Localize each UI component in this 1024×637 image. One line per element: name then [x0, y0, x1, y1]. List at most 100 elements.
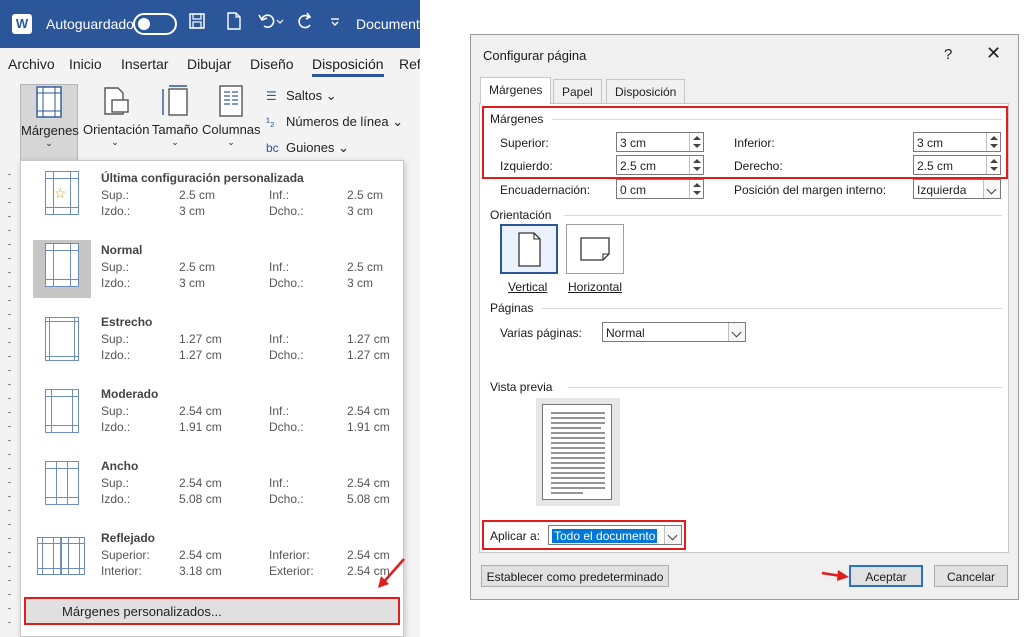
divider — [568, 387, 1002, 388]
document-name: Documento — [356, 16, 420, 32]
star-icon: ☆ — [54, 185, 67, 201]
tab-inicio[interactable]: Inicio — [69, 56, 102, 72]
columns-button[interactable]: Columnas ⌄ — [202, 84, 261, 148]
set-default-label: Establecer como predeterminado — [486, 570, 664, 584]
ruler-tick — [8, 230, 11, 231]
preset-mirrored[interactable]: Reflejado Superior: 2.54 cm Inferior: 2.… — [21, 525, 403, 595]
apply-to-value: Todo el documento — [552, 529, 658, 543]
ruler-tick — [8, 496, 11, 497]
portrait-option[interactable] — [500, 224, 558, 274]
chevron-down-icon: ⌄ — [111, 137, 119, 147]
help-icon[interactable]: ? — [944, 46, 952, 63]
tab-margenes[interactable]: Márgenes — [480, 77, 552, 104]
portrait-label: Vertical — [508, 280, 548, 294]
orientation-icon — [104, 87, 129, 115]
ruler-tick — [8, 580, 11, 581]
preset-last-custom[interactable]: ☆ Última configuración personalizada Sup… — [21, 165, 403, 235]
size-icon — [162, 85, 188, 116]
preset-title: Normal — [101, 243, 143, 257]
preset-label: Dcho.: — [269, 276, 304, 290]
vertical-ruler — [0, 168, 20, 637]
tab-archivo[interactable]: Archivo — [8, 56, 55, 72]
close-icon[interactable]: ✕ — [986, 43, 1001, 64]
tab-disposicion[interactable]: Disposición — [606, 79, 686, 103]
autosave-label: Autoguardado — [46, 16, 134, 32]
size-button[interactable]: Tamaño ⌄ — [151, 84, 199, 148]
preset-title: Moderado — [101, 387, 159, 401]
word-logo-icon: W — [12, 14, 32, 34]
preset-value: 2.54 cm — [179, 548, 222, 562]
preset-value: 3 cm — [179, 276, 206, 290]
hyphenation-button[interactable]: bc Guiones ⌄ — [266, 140, 349, 156]
toggle-knob — [138, 18, 150, 30]
landscape-option[interactable] — [566, 224, 624, 274]
preset-normal[interactable]: Normal Sup.: 2.5 cm Inf.: 2.5 cm Izdo.: … — [21, 237, 403, 307]
preset-title: Última configuración personalizada — [101, 171, 304, 185]
preset-value: 2.5 cm — [347, 188, 384, 202]
title-bar: W Autoguardado Documento — [0, 0, 420, 48]
breaks-button[interactable]: ☰ Saltos ⌄ — [266, 88, 337, 104]
ruler-tick — [8, 244, 11, 245]
portrait-page-icon — [518, 232, 541, 267]
gutter-input[interactable]: 0 cm — [616, 179, 704, 199]
chevron-down-icon[interactable] — [728, 323, 745, 341]
chevron-down-icon: ⌄ — [45, 138, 53, 148]
line-numbers-button[interactable]: ¹₂ Números de línea ⌄ — [266, 114, 403, 130]
multiple-pages-select[interactable]: Normal — [602, 322, 746, 342]
tab-referencias[interactable]: Ref — [399, 56, 420, 72]
preset-label: Izdo.: — [101, 492, 131, 506]
preset-moderate[interactable]: Moderado Sup.: 2.54 cm Inf.: 2.54 cm Izd… — [21, 381, 403, 451]
tab-disposicion[interactable]: Disposición — [312, 56, 384, 77]
preset-label: Sup.: — [101, 476, 130, 490]
autosave-toggle[interactable] — [133, 13, 177, 35]
multiple-pages-value: Normal — [606, 326, 645, 340]
ruler-tick — [8, 426, 11, 427]
page-thumbnail — [45, 389, 79, 433]
page-preview — [536, 398, 620, 506]
customize-toolbar-icon[interactable] — [330, 16, 340, 30]
tab-diseno[interactable]: Diseño — [250, 56, 294, 72]
tab-dibujar[interactable]: Dibujar — [187, 56, 231, 72]
tab-insertar[interactable]: Insertar — [121, 56, 168, 72]
preset-value: 5.08 cm — [179, 492, 222, 506]
annotation-arrow-icon — [378, 558, 405, 588]
gutter-position-select[interactable]: Izquierda — [913, 179, 1001, 199]
dialog-title: Configurar página — [483, 48, 587, 63]
preview-page — [542, 404, 612, 500]
ruler-tick — [8, 468, 11, 469]
orientation-button[interactable]: Orientación ⌄ — [83, 84, 149, 148]
breaks-icon: ☰ — [266, 89, 277, 103]
margins-button[interactable]: Márgenes ⌄ — [20, 84, 79, 168]
preset-narrow[interactable]: Estrecho Sup.: 1.27 cm Inf.: 1.27 cm Izd… — [21, 309, 403, 379]
ruler-tick — [8, 342, 11, 343]
ok-button[interactable]: Aceptar — [849, 565, 923, 587]
redo-icon[interactable] — [296, 12, 314, 35]
apply-to-select[interactable]: Todo el documento — [548, 525, 682, 545]
save-icon[interactable] — [188, 12, 206, 35]
preset-wide[interactable]: Ancho Sup.: 2.54 cm Inf.: 2.54 cm Izdo.:… — [21, 453, 403, 523]
ruler-tick — [8, 300, 11, 301]
preset-value: 1.27 cm — [179, 332, 222, 346]
preset-label: Inf.: — [269, 260, 290, 274]
ruler-tick — [8, 538, 11, 539]
preview-group-label: Vista previa — [490, 380, 553, 394]
preset-value: 2.5 cm — [179, 260, 216, 274]
custom-margins-item[interactable]: Márgenes personalizados... — [24, 597, 400, 625]
set-default-button[interactable]: Establecer como predeterminado — [481, 565, 669, 587]
pages-group-label: Páginas — [490, 301, 534, 315]
chevron-down-icon[interactable] — [664, 526, 681, 544]
chevron-down-icon[interactable] — [983, 180, 1000, 198]
preset-title: Ancho — [101, 459, 139, 473]
undo-icon[interactable] — [258, 12, 284, 35]
page-thumbnail — [45, 243, 79, 287]
preset-value: 1.91 cm — [179, 420, 222, 434]
new-document-icon[interactable] — [226, 12, 242, 35]
divider — [542, 308, 1002, 309]
preset-value: 1.27 cm — [347, 332, 390, 346]
tab-papel[interactable]: Papel — [553, 79, 602, 103]
ruler-tick — [8, 272, 11, 273]
preset-label: Izdo.: — [101, 276, 131, 290]
spinner-arrows[interactable] — [689, 180, 703, 198]
cancel-button[interactable]: Cancelar — [934, 565, 1008, 587]
ruler-tick — [8, 188, 11, 189]
